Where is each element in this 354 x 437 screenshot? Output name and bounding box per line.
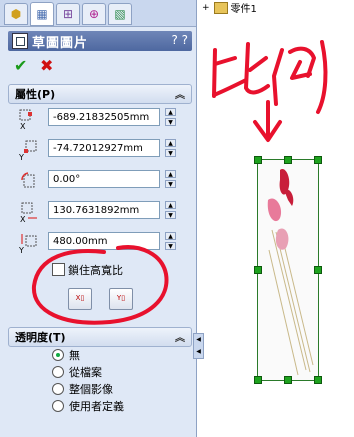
sketch-picture-icon [12,33,28,49]
property-manager-titlebar: 草圖圖片 ? ? [8,31,192,51]
height-field[interactable]: 480.00mm [48,232,160,250]
property-manager-icon: ▦ [36,7,48,21]
transparency-option-none[interactable]: 無 [52,347,80,363]
x-position-field[interactable]: -689.21832505mm [48,108,160,126]
feature-manager-tab[interactable]: ⬢ [4,3,28,25]
angle-spinner[interactable]: ▲ ▼ [165,170,176,188]
radio-label: 從檔案 [69,366,102,379]
page-title: 草圖圖片 [32,35,89,51]
radio-button[interactable] [52,400,64,412]
width-spinner[interactable]: ▲ ▼ [165,201,176,219]
fit-width-icon: X▯ [75,294,85,302]
fit-height-button[interactable]: Y▯ [109,288,133,310]
angle-icon [21,172,35,188]
svg-text:X: X [20,215,26,223]
height-icon: Y [18,234,37,254]
configuration-manager-icon: ⊞ [62,7,74,21]
transparency-option-user-defined[interactable]: 使用者定義 [52,398,124,414]
width-field[interactable]: 130.7631892mm [48,201,160,219]
lock-aspect-label: 鎖住高寬比 [68,264,123,277]
x-position-icon: X [19,109,32,130]
radio-label: 無 [69,349,80,362]
svg-text:Y: Y [18,153,24,161]
height-spinner[interactable]: ▲ ▼ [165,232,176,250]
dimxpert-icon: ⊕ [88,7,100,21]
dimxpert-tab[interactable]: ⊕ [82,3,106,25]
display-manager-icon: ▧ [114,7,126,21]
feature-tree-part[interactable]: + 零件1 [202,0,257,15]
resize-handle[interactable] [284,156,292,164]
transparency-option-full-image[interactable]: 整個影像 [52,381,113,397]
properties-group-header[interactable]: 屬性(P) ︽ [8,84,192,104]
ok-button[interactable]: ✔ [14,56,27,75]
sketch-picture[interactable] [257,159,319,381]
svg-text:Y: Y [18,246,24,254]
fit-width-button[interactable]: X▯ [68,288,92,310]
panel-collapse-handle[interactable]: ◀ ◀ [193,333,204,359]
expand-icon[interactable]: + [202,3,210,13]
help-icon[interactable]: ? ? [171,33,188,47]
property-manager-tab[interactable]: ▦ [30,2,54,26]
width-icon: X [20,202,37,223]
cancel-button[interactable]: ✖ [40,56,53,75]
feature-manager-icon: ⬢ [10,7,22,21]
radio-label: 使用者定義 [69,400,124,413]
transparency-group-header[interactable]: 透明度(T) ︽ [8,327,192,347]
resize-handle[interactable] [284,376,292,384]
resize-handle[interactable] [254,156,262,164]
y-position-icon: Y [18,140,37,161]
part-label: 零件1 [230,4,257,15]
radio-label: 整個影像 [69,383,113,396]
x-position-spinner[interactable]: ▲ ▼ [165,108,176,126]
transparency-heading: 透明度(T) [15,331,66,344]
resize-handle[interactable] [254,376,262,384]
svg-text:X: X [20,122,26,130]
chevron-up-icon[interactable]: ︽ [175,329,185,344]
resize-handle[interactable] [314,376,322,384]
radio-button[interactable] [52,366,64,378]
resize-handle[interactable] [314,156,322,164]
angle-field[interactable]: 0.00° [48,170,160,188]
chevron-up-icon[interactable]: ︽ [175,86,185,101]
y-position-spinner[interactable]: ▲ ▼ [165,139,176,157]
radio-button[interactable] [52,349,64,361]
radio-button[interactable] [52,383,64,395]
resize-handle[interactable] [314,266,322,274]
lock-aspect-checkbox[interactable] [52,263,65,276]
part-icon [213,1,228,14]
y-position-field[interactable]: -74.72012927mm [48,139,160,157]
transparency-option-from-file[interactable]: 從檔案 [52,364,102,380]
sketch-picture-image [267,169,314,376]
display-manager-tab[interactable]: ▧ [108,3,132,25]
fit-height-icon: Y▯ [116,294,126,302]
property-manager-panel: ⬢ ▦ ⊞ ⊕ ▧ 草圖圖片 ? ? ✔ ✖ 屬性(P) ︽ X -689.21… [0,0,197,437]
properties-heading: 屬性(P) [15,88,56,101]
resize-handle[interactable] [254,266,262,274]
manager-tabbar: ⬢ ▦ ⊞ ⊕ ▧ [0,0,196,27]
configuration-manager-tab[interactable]: ⊞ [56,3,80,25]
